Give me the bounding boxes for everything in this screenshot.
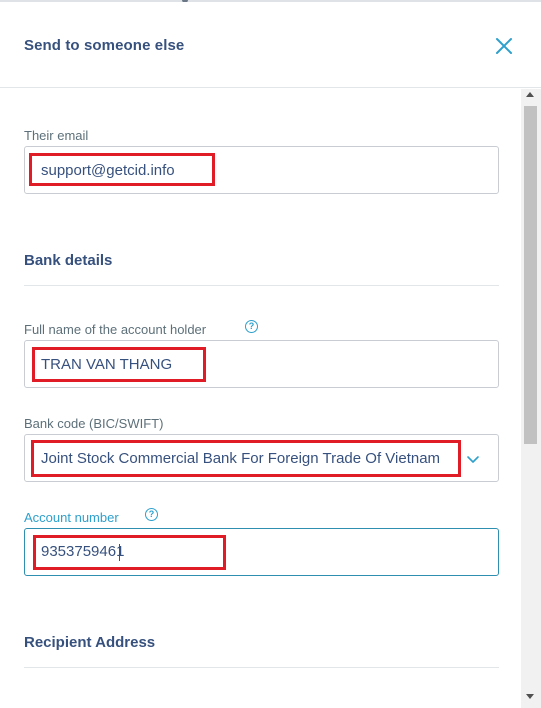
scroll-down-arrow-icon[interactable] xyxy=(526,694,534,699)
account-number-label: Account number xyxy=(24,510,119,525)
close-button[interactable] xyxy=(490,32,518,60)
recipient-address-heading: Recipient Address xyxy=(24,634,156,651)
bank-code-select[interactable]: Joint Stock Commercial Bank For Foreign … xyxy=(24,434,499,482)
dialog-header: Send to someone else xyxy=(0,2,541,88)
help-circle-icon[interactable]: ? xyxy=(245,320,258,333)
section-divider xyxy=(24,667,499,668)
bank-details-heading: Bank details xyxy=(24,252,113,269)
account-number-input[interactable]: 9353759461 xyxy=(24,528,499,576)
account-number-value: 9353759461 xyxy=(41,543,125,560)
help-circle-icon[interactable]: ? xyxy=(145,508,158,521)
email-label: Their email xyxy=(24,128,89,143)
dialog-body: Their email support@getcid.info Bank det… xyxy=(0,89,521,708)
account-holder-value: TRAN VAN THANG xyxy=(41,356,173,373)
text-cursor xyxy=(119,544,120,561)
scrollbar-thumb[interactable] xyxy=(524,106,537,444)
dialog-title: Send to someone else xyxy=(24,37,185,54)
bank-code-label: Bank code (BIC/SWIFT) xyxy=(24,416,164,431)
scroll-up-arrow-icon[interactable] xyxy=(526,92,534,97)
email-field[interactable]: support@getcid.info xyxy=(24,146,499,194)
email-value: support@getcid.info xyxy=(41,162,175,179)
chevron-down-icon xyxy=(467,456,479,463)
account-holder-label: Full name of the account holder xyxy=(24,322,207,337)
close-icon xyxy=(496,38,512,54)
account-holder-field[interactable]: TRAN VAN THANG xyxy=(24,340,499,388)
bank-code-value: Joint Stock Commercial Bank For Foreign … xyxy=(41,450,441,467)
section-divider xyxy=(24,285,499,286)
